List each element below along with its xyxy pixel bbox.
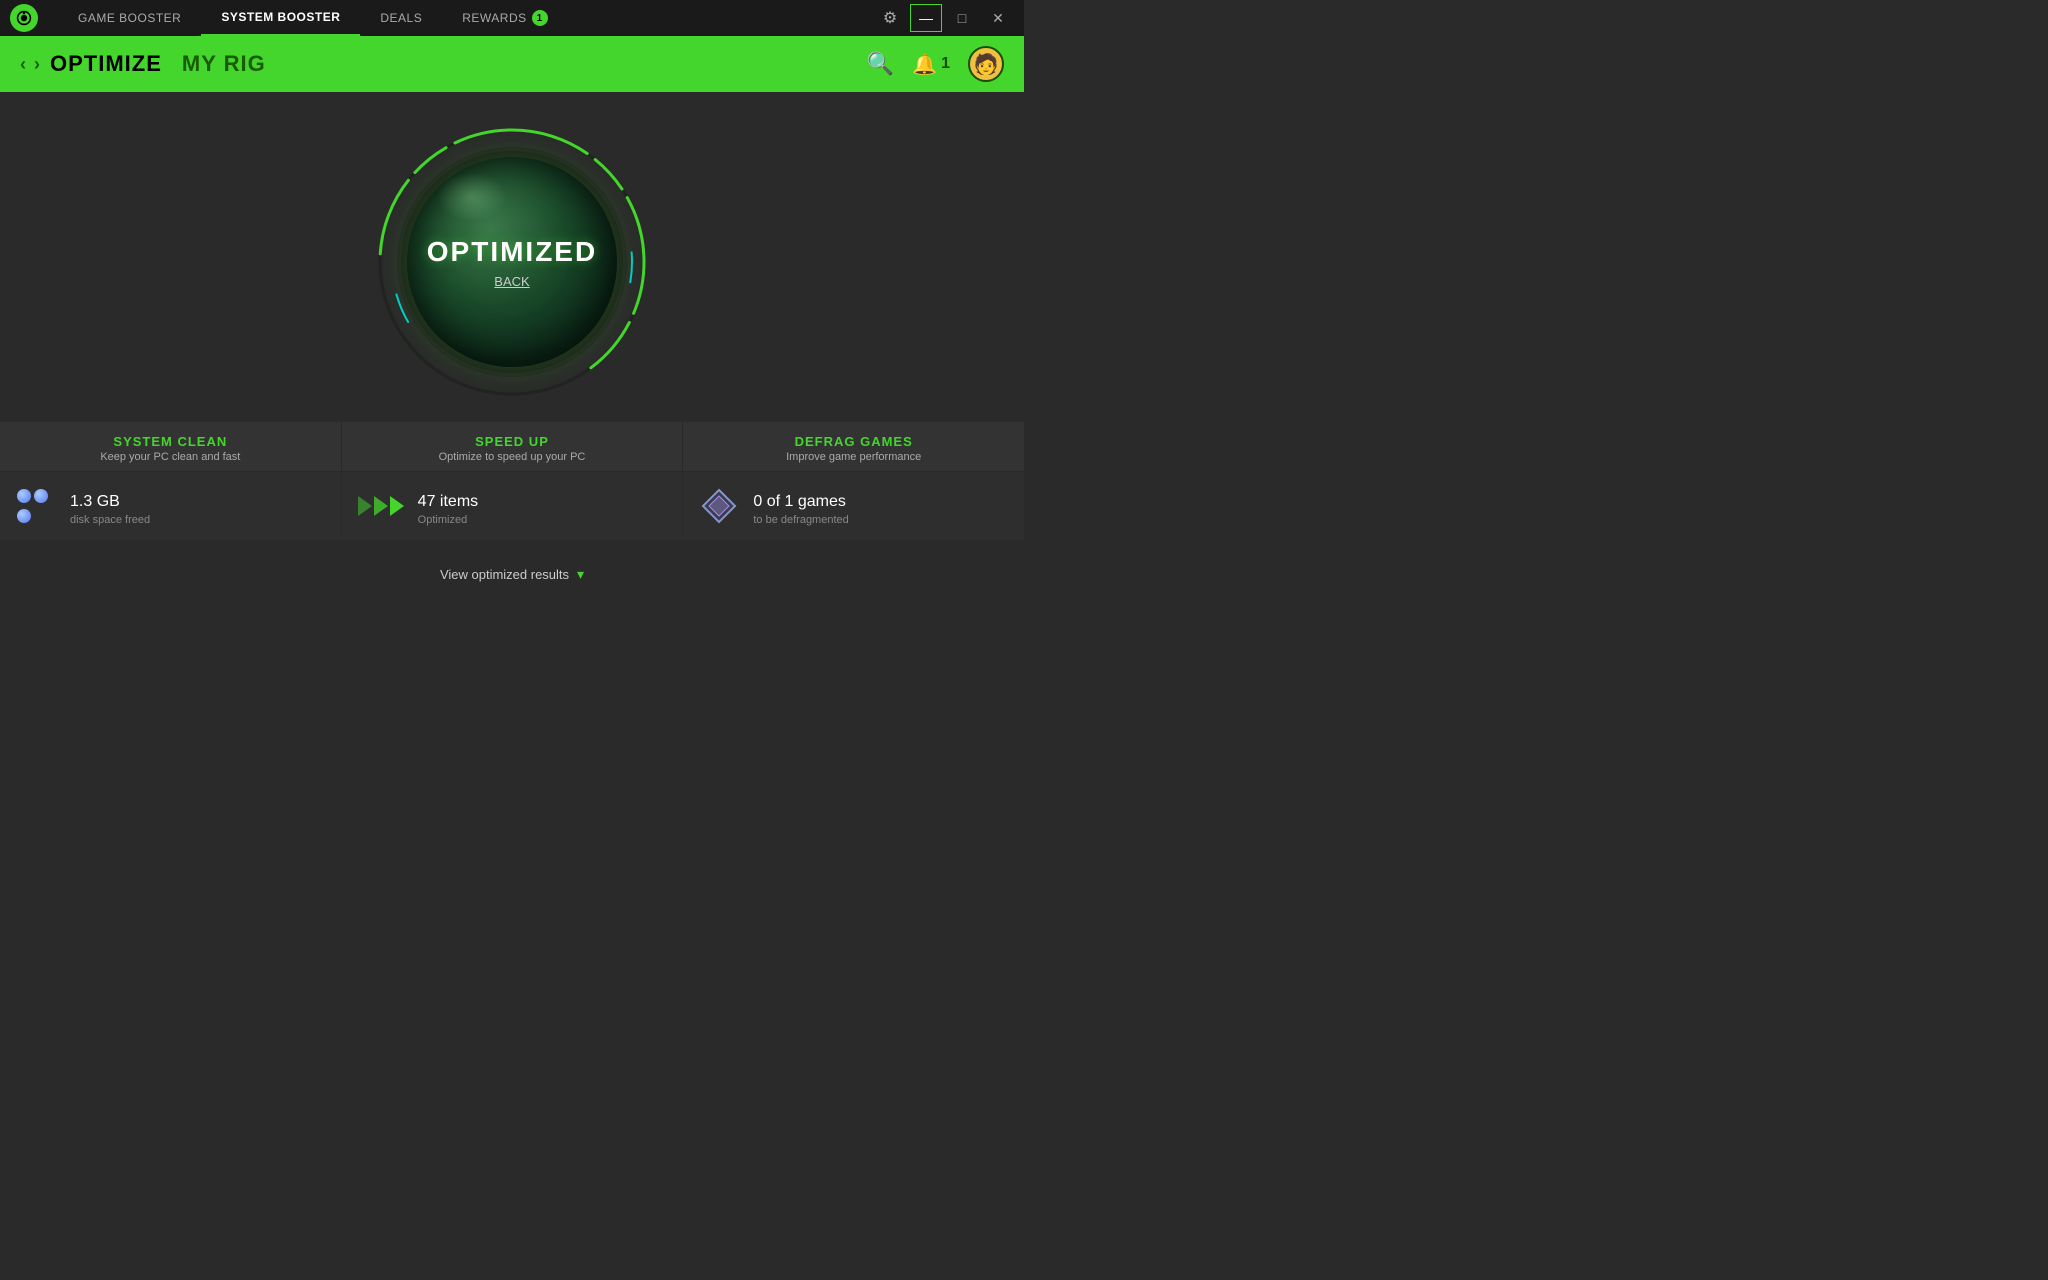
notification-count: 1 xyxy=(941,55,950,73)
close-button[interactable]: ✕ xyxy=(982,4,1014,32)
stat-details: 1.3 GB disk space freed 47 items xyxy=(0,472,1024,540)
system-clean-value: 1.3 GB xyxy=(70,486,150,512)
view-results-label: View optimized results xyxy=(440,567,569,582)
avatar[interactable]: 🧑 xyxy=(968,46,1004,82)
stat-cards-header: SYSTEM CLEAN Keep your PC clean and fast… xyxy=(0,422,1024,471)
app-logo xyxy=(10,4,38,32)
back-arrow[interactable]: ‹ xyxy=(20,54,26,75)
sub-header: ‹ › OPTIMIZE MY RIG 🔍 🔔 1 🧑 xyxy=(0,36,1024,92)
optimized-label: OPTIMIZED xyxy=(427,236,597,268)
main-content: OPTIMIZED BACK SYSTEM CLEAN Keep your PC… xyxy=(0,92,1024,640)
title-bar: GAME BOOSTER SYSTEM BOOSTER DEALS REWARD… xyxy=(0,0,1024,36)
defrag-value: 0 of 1 games xyxy=(753,486,848,512)
speed-up-subtitle: Optimize to speed up your PC xyxy=(358,451,667,463)
system-clean-info: 1.3 GB disk space freed xyxy=(70,486,150,526)
title-bar-left: GAME BOOSTER SYSTEM BOOSTER DEALS REWARD… xyxy=(10,0,568,36)
speed-up-info: 47 items Optimized xyxy=(418,486,478,526)
back-link[interactable]: BACK xyxy=(494,274,529,289)
breadcrumb: OPTIMIZE MY RIG xyxy=(50,51,266,77)
stat-card-defrag: DEFRAG GAMES Improve game performance xyxy=(683,422,1024,471)
defrag-title: DEFRAG GAMES xyxy=(699,434,1008,449)
stat-detail-defrag: 0 of 1 games to be defragmented xyxy=(683,472,1024,540)
system-clean-subtitle: Keep your PC clean and fast xyxy=(16,451,325,463)
defrag-subtitle: Improve game performance xyxy=(699,451,1008,463)
minimize-button[interactable]: — xyxy=(910,4,942,32)
maximize-button[interactable]: □ xyxy=(946,4,978,32)
notification-button[interactable]: 🔔 1 xyxy=(912,52,950,77)
nav-tabs: GAME BOOSTER SYSTEM BOOSTER DEALS REWARD… xyxy=(58,0,568,36)
sub-header-left: ‹ › OPTIMIZE MY RIG xyxy=(20,51,266,77)
speed-up-title: SPEED UP xyxy=(358,434,667,449)
speed-up-value: 47 items xyxy=(418,486,478,512)
tab-rewards[interactable]: REWARDS 1 xyxy=(442,0,567,36)
optimize-circle-container: OPTIMIZED BACK xyxy=(372,122,652,402)
rewards-badge: 1 xyxy=(532,10,548,26)
system-clean-title: SYSTEM CLEAN xyxy=(16,434,325,449)
speed-up-desc: Optimized xyxy=(418,514,478,526)
forward-arrow[interactable]: › xyxy=(34,54,40,75)
search-icon[interactable]: 🔍 xyxy=(867,51,894,77)
speed-up-icon xyxy=(358,496,404,516)
optimized-button[interactable]: OPTIMIZED BACK xyxy=(407,157,617,367)
stats-section: SYSTEM CLEAN Keep your PC clean and fast… xyxy=(0,422,1024,583)
title-bar-right: ⚙ — □ ✕ xyxy=(874,4,1014,32)
stat-detail-speed-up: 47 items Optimized xyxy=(342,472,684,540)
tab-deals[interactable]: DEALS xyxy=(360,0,442,36)
system-clean-desc: disk space freed xyxy=(70,514,150,526)
stat-card-system-clean: SYSTEM CLEAN Keep your PC clean and fast xyxy=(0,422,342,471)
defrag-info: 0 of 1 games to be defragmented xyxy=(753,486,848,526)
tab-game-booster[interactable]: GAME BOOSTER xyxy=(58,0,201,36)
breadcrumb-optimize[interactable]: OPTIMIZE xyxy=(50,51,162,77)
sub-header-right: 🔍 🔔 1 🧑 xyxy=(867,46,1004,82)
nav-arrows: ‹ › xyxy=(20,54,40,75)
view-results-button[interactable]: View optimized results ▾ xyxy=(440,566,584,583)
breadcrumb-myrig[interactable]: MY RIG xyxy=(182,51,266,77)
tab-system-booster[interactable]: SYSTEM BOOSTER xyxy=(201,0,360,36)
defrag-icon xyxy=(699,486,739,526)
chevron-down-icon: ▾ xyxy=(577,566,584,583)
stat-detail-system-clean: 1.3 GB disk space freed xyxy=(0,472,342,540)
bell-icon: 🔔 xyxy=(912,52,937,77)
system-clean-icon xyxy=(16,489,56,523)
gear-button[interactable]: ⚙ xyxy=(874,4,906,32)
stat-card-speed-up: SPEED UP Optimize to speed up your PC xyxy=(342,422,684,471)
defrag-desc: to be defragmented xyxy=(753,514,848,526)
